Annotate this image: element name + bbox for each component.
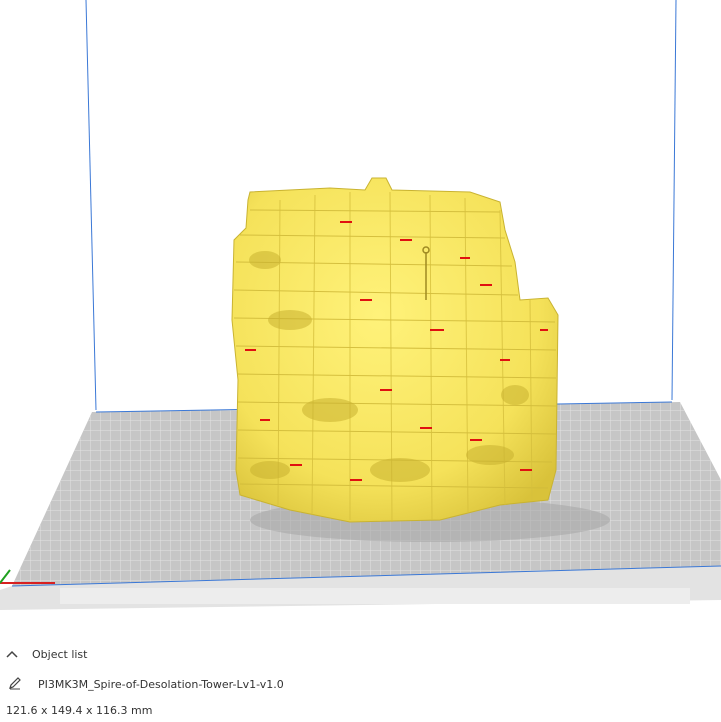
object-dimensions: 121.6 x 149.4 x 116.3 mm [6, 703, 153, 717]
tower-model[interactable] [231, 177, 559, 523]
object-list-label[interactable]: Object list [32, 648, 87, 661]
3d-viewport[interactable] [0, 0, 721, 640]
object-item[interactable]: PI3MK3M_Spire-of-Desolation-Tower-Lv1-v1… [0, 676, 721, 692]
object-dimensions-row: 121.6 x 149.4 x 116.3 mm [0, 702, 721, 718]
object-list-panel: Object list PI3MK3M_Spire-of-Desolation-… [0, 640, 721, 722]
object-name[interactable]: PI3MK3M_Spire-of-Desolation-Tower-Lv1-v1… [38, 678, 284, 691]
chevron-up-icon[interactable] [6, 647, 26, 661]
object-list-header[interactable]: Object list [0, 646, 721, 662]
pencil-icon[interactable] [8, 676, 30, 693]
